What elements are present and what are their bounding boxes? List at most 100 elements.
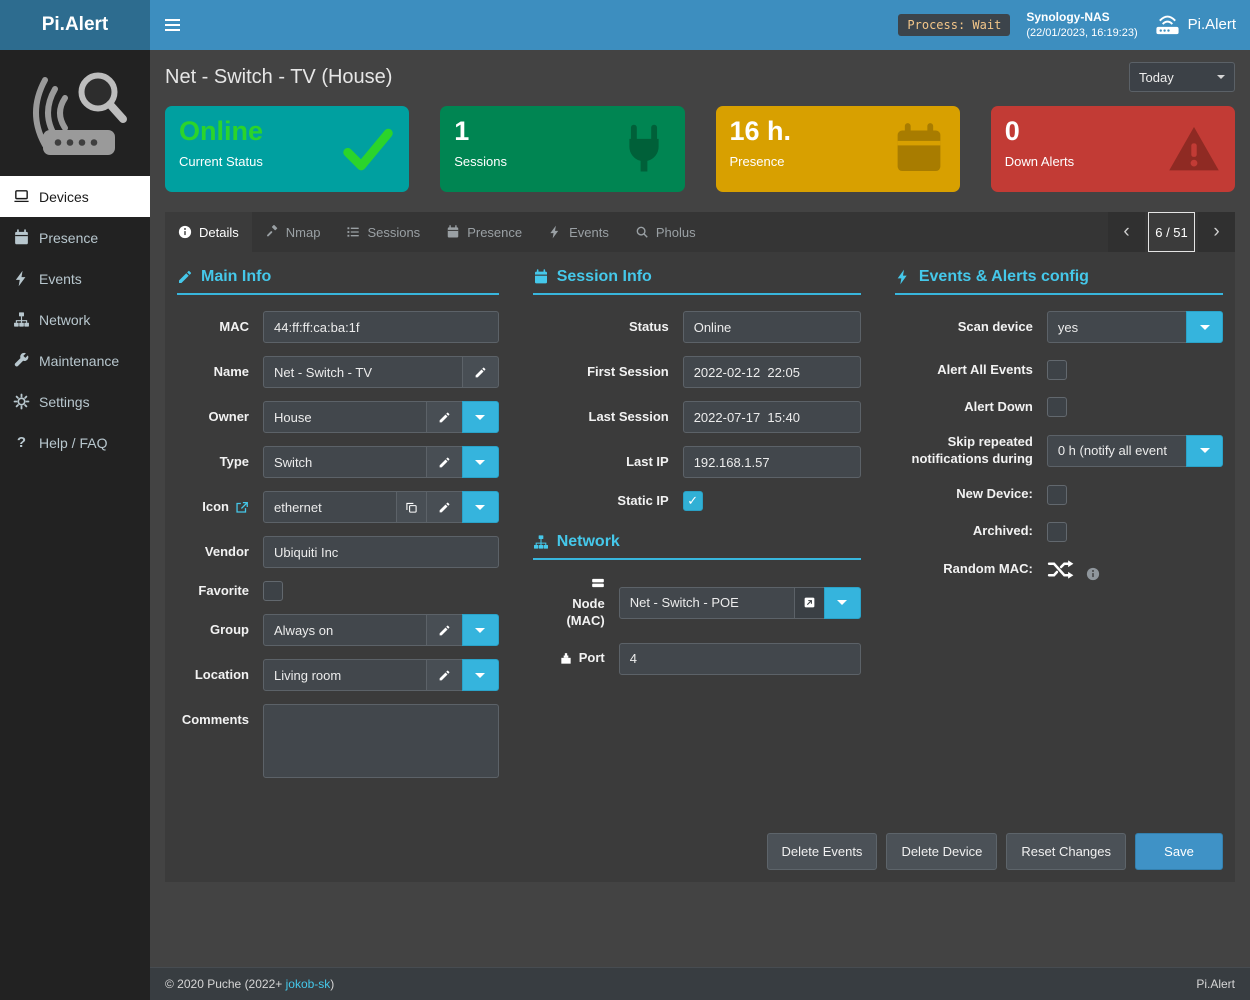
tab-nmap[interactable]: Nmap (252, 212, 334, 252)
group-dropdown-button[interactable] (462, 614, 499, 646)
section-title: Events & Alerts config (919, 268, 1089, 286)
calendar-icon (13, 229, 30, 246)
sidebar-item-label: Help / FAQ (39, 435, 107, 451)
copyright-text: © 2020 Puche (2022+ (165, 977, 286, 991)
sidebar-item-maintenance[interactable]: Maintenance (0, 340, 150, 381)
owner-input[interactable] (263, 401, 427, 433)
status-input[interactable] (683, 311, 861, 343)
edit-owner-button[interactable] (426, 401, 463, 433)
mac-input[interactable] (263, 311, 499, 343)
bolt-icon (895, 269, 911, 285)
node-dropdown-button[interactable] (824, 587, 861, 619)
last-session-label: Last Session (533, 409, 683, 426)
tab-pholus[interactable]: Pholus (622, 212, 709, 252)
shuffle-icon[interactable] (1047, 559, 1074, 580)
brand-logo[interactable]: Pi.Alert (0, 0, 150, 50)
archived-checkbox[interactable]: ✓ (1047, 522, 1067, 542)
delete-events-button[interactable]: Delete Events (767, 833, 878, 870)
chevron-down-icon (1200, 448, 1210, 453)
last-ip-label: Last IP (533, 454, 683, 471)
first-session-input[interactable] (683, 356, 861, 388)
main-info-header: Main Info (177, 268, 499, 295)
external-link-icon[interactable] (235, 500, 249, 514)
edit-type-button[interactable] (426, 446, 463, 478)
sidebar-item-presence[interactable]: Presence (0, 217, 150, 258)
process-status-badge: Process: Wait (898, 14, 1010, 36)
save-button[interactable]: Save (1135, 833, 1223, 870)
details-panel: Main Info MAC Name (165, 252, 1235, 882)
chevron-down-icon (1217, 75, 1225, 79)
chevron-down-icon (475, 673, 485, 678)
group-input[interactable] (263, 614, 427, 646)
type-input[interactable] (263, 446, 427, 478)
port-label: Port (533, 650, 619, 667)
sidebar-item-settings[interactable]: Settings (0, 381, 150, 422)
copyright-text-suffix: ) (330, 977, 334, 991)
delete-device-button[interactable]: Delete Device (886, 833, 997, 870)
skip-notifications-dropdown-button[interactable] (1186, 435, 1223, 467)
tab-details[interactable]: Details (165, 212, 252, 252)
alert-all-events-checkbox[interactable]: ✓ (1047, 360, 1067, 380)
device-info: Synology-NAS (22/01/2023, 16:19:23) (1026, 10, 1137, 40)
tab-events[interactable]: Events (535, 212, 622, 252)
name-input[interactable] (263, 356, 463, 388)
edit-location-button[interactable] (426, 659, 463, 691)
favorite-checkbox[interactable]: ✓ (263, 581, 283, 601)
jokob-sk-link[interactable]: jokob-sk (286, 977, 331, 991)
scan-device-dropdown-button[interactable] (1186, 311, 1223, 343)
period-value: Today (1139, 70, 1174, 85)
hamburger-menu-icon[interactable] (150, 0, 194, 50)
alert-down-label: Alert Down (895, 399, 1047, 416)
edit-name-button[interactable] (462, 356, 499, 388)
sidebar-item-events[interactable]: Events (0, 258, 150, 299)
sidebar-item-network[interactable]: Network (0, 299, 150, 340)
sidebar-item-help[interactable]: ? Help / FAQ (0, 422, 150, 463)
last-session-input[interactable] (683, 401, 861, 433)
location-input[interactable] (263, 659, 427, 691)
owner-dropdown-button[interactable] (462, 401, 499, 433)
card-value: 0 (1005, 117, 1074, 147)
status-label: Status (533, 319, 683, 336)
edit-group-button[interactable] (426, 614, 463, 646)
type-dropdown-button[interactable] (462, 446, 499, 478)
sidebar-item-label: Events (39, 271, 82, 287)
tab-presence[interactable]: Presence (433, 212, 535, 252)
tab-sessions[interactable]: Sessions (333, 212, 433, 252)
name-label: Name (177, 364, 263, 381)
main-info-section: Main Info MAC Name (177, 268, 499, 791)
current-status-card: Online Current Status (165, 106, 409, 192)
icon-input[interactable] (263, 491, 397, 523)
alert-down-checkbox[interactable]: ✓ (1047, 397, 1067, 417)
period-select[interactable]: Today (1129, 62, 1235, 92)
static-ip-checkbox[interactable]: ✓ (683, 491, 703, 511)
first-session-label: First Session (533, 364, 683, 381)
new-device-checkbox[interactable]: ✓ (1047, 485, 1067, 505)
scan-device-select[interactable]: yes (1047, 311, 1187, 343)
sidebar-item-devices[interactable]: Devices (0, 176, 150, 217)
warning-icon (1167, 122, 1221, 176)
alerts-config-header: Events & Alerts config (895, 268, 1223, 295)
edit-icon-button[interactable] (426, 491, 463, 523)
skip-notifications-select[interactable]: 0 h (notify all event (1047, 435, 1187, 467)
gear-icon (13, 393, 30, 410)
last-ip-input[interactable] (683, 446, 861, 478)
copy-icon-button[interactable] (396, 491, 427, 523)
next-page-button[interactable]: › (1198, 212, 1235, 252)
pialert-logo (0, 50, 150, 176)
prev-page-button[interactable]: ‹ (1108, 212, 1145, 252)
content-header: Net - Switch - TV (House) Today (165, 62, 1235, 92)
location-dropdown-button[interactable] (462, 659, 499, 691)
comments-textarea[interactable] (263, 704, 499, 778)
group-label: Group (177, 622, 263, 639)
reset-changes-button[interactable]: Reset Changes (1006, 833, 1126, 870)
calendar-icon (892, 122, 946, 176)
node-input[interactable] (619, 587, 795, 619)
port-input[interactable] (619, 643, 861, 675)
device-timestamp: (22/01/2023, 16:19:23) (1026, 26, 1137, 40)
vendor-input[interactable] (263, 536, 499, 568)
open-node-button[interactable] (794, 587, 825, 619)
icon-dropdown-button[interactable] (462, 491, 499, 523)
app-identity: Pi.Alert (1154, 14, 1236, 36)
bolt-icon (548, 225, 562, 239)
card-value: Online (179, 117, 263, 147)
